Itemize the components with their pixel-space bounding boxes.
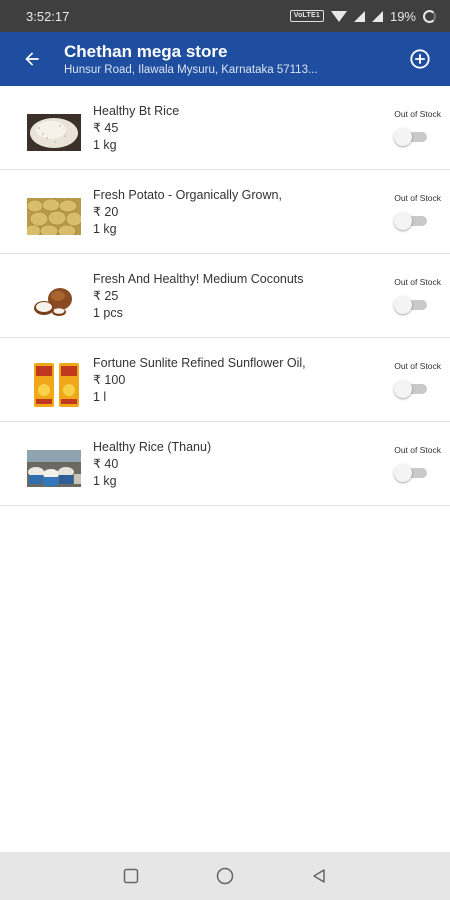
nav-back-button[interactable] [307,864,331,888]
out-of-stock-label: Out of Stock [394,277,441,287]
product-name: Fresh Potato - Organically Grown, [93,188,282,202]
stock-toggle[interactable] [394,212,430,230]
out-of-stock-label: Out of Stock [394,445,441,455]
stock-toggle[interactable] [394,296,430,314]
title-block: Chethan mega store Hunsur Road, Ilawala … [64,40,390,78]
product-name: Healthy Bt Rice [93,104,180,118]
battery-icon [423,9,436,23]
arrow-left-icon [25,52,39,66]
home-circle-icon [216,867,234,885]
toggle-knob [394,128,412,146]
product-item[interactable]: Fresh And Healthy! Medium Coconuts ₹ 25 … [0,254,450,338]
product-quantity: 1 kg [93,138,117,152]
product-info: Fortune Sunlite Refined Sunflower Oil, ₹… [93,355,373,406]
status-time: 3:52:17 [26,8,70,24]
home-button[interactable] [213,864,237,888]
product-name: Healthy Rice (Thanu) [93,440,212,454]
product-item[interactable]: Healthy Bt Rice ₹ 45 1 kg Out of Stock [0,86,450,170]
stock-toggle[interactable] [394,128,430,146]
product-info: Fresh And Healthy! Medium Coconuts ₹ 25 … [93,271,373,322]
product-price: ₹ 25 [93,289,119,303]
product-info: Healthy Rice (Thanu) ₹ 40 1 kg [93,439,373,490]
app-bar: Chethan mega store Hunsur Road, Ilawala … [0,32,450,86]
wifi-icon [330,10,347,22]
product-list: Healthy Bt Rice ₹ 45 1 kg Out of Stock F… [0,86,450,506]
coconut-image [27,282,81,319]
volte-badge: VoLTE1 [289,10,324,22]
potatoes-image [27,198,81,235]
product-price: ₹ 20 [93,205,119,219]
signal-icon [353,10,365,22]
add-circle-icon [410,49,430,69]
recents-button[interactable] [119,864,143,888]
toggle-knob [394,380,412,398]
back-button[interactable] [0,32,64,86]
toggle-knob [394,212,412,230]
product-quantity: 1 pcs [93,306,123,320]
product-quantity: 1 kg [93,222,117,236]
product-item[interactable]: Healthy Rice (Thanu) ₹ 40 1 kg Out of St… [0,422,450,506]
rice-market-image [27,450,81,487]
store-title: Chethan mega store [64,42,228,61]
system-nav-bar [0,852,450,900]
product-item[interactable]: Fresh Potato - Organically Grown, ₹ 20 1… [0,170,450,254]
stock-toggle[interactable] [394,380,430,398]
product-price: ₹ 45 [93,121,119,135]
product-quantity: 1 l [93,390,107,404]
back-triangle-icon [313,869,325,883]
toggle-knob [394,296,412,314]
product-price: ₹ 40 [93,457,119,471]
battery-percent: 19% [389,8,416,24]
add-product-button[interactable] [390,32,450,86]
toggle-knob [394,464,412,482]
product-item[interactable]: Fortune Sunlite Refined Sunflower Oil, ₹… [0,338,450,422]
product-info: Fresh Potato - Organically Grown, ₹ 20 1… [93,187,373,238]
signal-icon-2 [371,10,383,22]
recents-square-icon [123,868,139,884]
out-of-stock-label: Out of Stock [394,109,441,119]
oil-pouch-image [32,360,82,410]
stock-toggle[interactable] [394,464,430,482]
rice-grains-image [27,114,81,151]
product-price: ₹ 100 [93,373,126,387]
product-name: Fortune Sunlite Refined Sunflower Oil, [93,356,306,370]
status-icons: VoLTE1 19% [289,8,436,24]
status-bar: 3:52:17 VoLTE1 19% [0,0,450,32]
product-name: Fresh And Healthy! Medium Coconuts [93,272,304,286]
product-info: Healthy Bt Rice ₹ 45 1 kg [93,103,373,154]
out-of-stock-label: Out of Stock [394,193,441,203]
out-of-stock-label: Out of Stock [394,361,441,371]
product-quantity: 1 kg [93,474,117,488]
store-address: Hunsur Road, Ilawala Mysuru, Karnataka 5… [64,64,318,76]
